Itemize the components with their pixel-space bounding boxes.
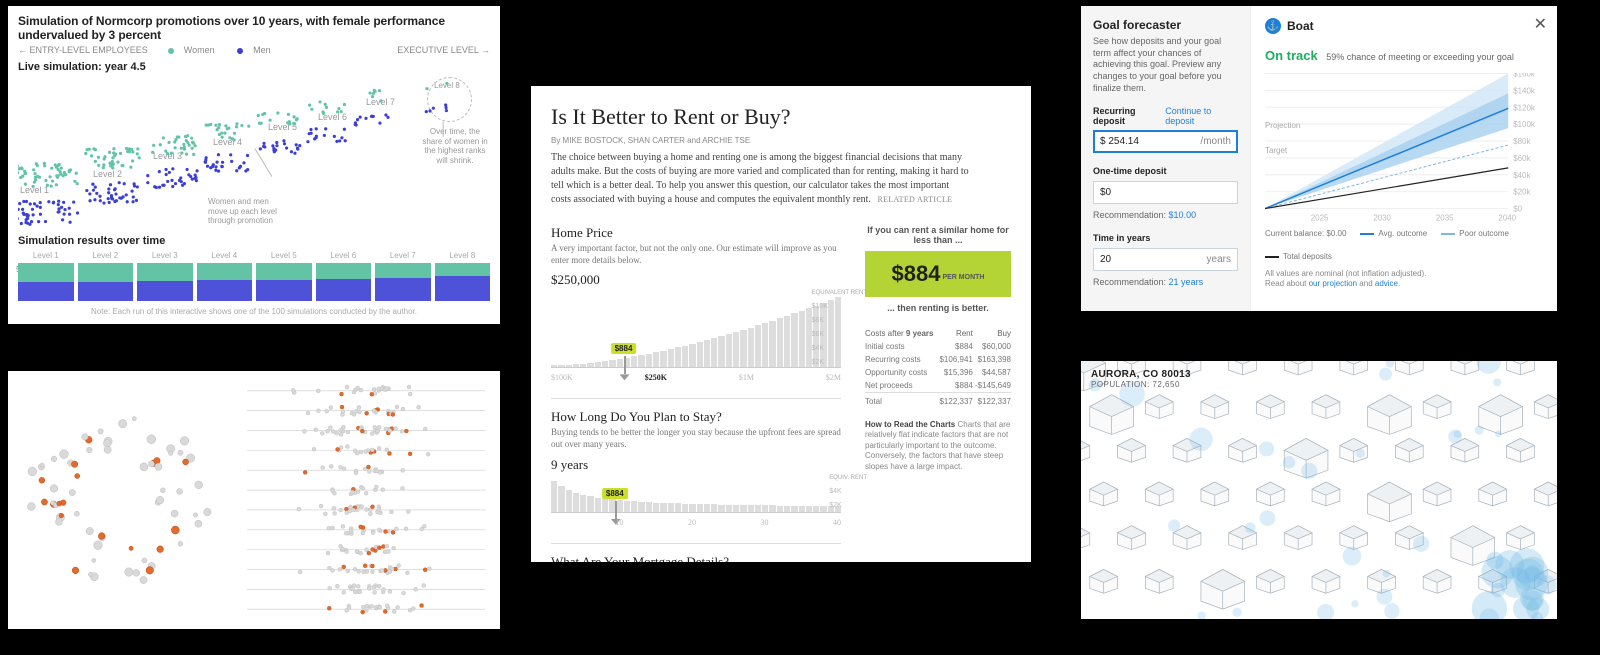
- svg-text:$100k: $100k: [1513, 120, 1535, 129]
- legend-balance: Current balance: $0.00: [1265, 229, 1346, 238]
- homeprice-slider[interactable]: $884 $100K $250K $1M $2M EQUIVALENT RENT…: [551, 292, 841, 382]
- svg-text:Projection: Projection: [1265, 121, 1300, 130]
- rentbuy-right-col: If you can rent a similar home for less …: [865, 225, 1011, 563]
- normcorp-footnote: Note: Each run of this interactive shows…: [18, 307, 490, 316]
- boat-icon: ⚓: [1265, 18, 1281, 34]
- rentbuy-title: Is It Better to Rent or Buy?: [551, 104, 1011, 130]
- forecast-footnote: All values are nominal (not inflation ad…: [1265, 269, 1543, 290]
- related-article-link[interactable]: RELATED ARTICLE: [877, 195, 952, 204]
- svg-text:2025: 2025: [1311, 213, 1329, 222]
- svg-text:$160k: $160k: [1513, 73, 1535, 79]
- goal-header: ⚓ Boat: [1265, 18, 1543, 34]
- projection-link[interactable]: our projection: [1309, 279, 1357, 288]
- results-bars: 50% Level 1Level 2Level 3Level 4Level 5L…: [18, 251, 490, 301]
- time-input[interactable]: 20 years: [1093, 248, 1238, 271]
- reco-time: Recommendation: 21 years: [1093, 277, 1238, 287]
- onetime-label: One-time deposit: [1093, 166, 1167, 176]
- costs-table: Costs after 9 yearsRentBuy Initial costs…: [865, 327, 1011, 408]
- panel-clusters: [7, 370, 501, 630]
- results-title: Simulation results over time: [18, 235, 490, 247]
- advice-link[interactable]: advice: [1375, 279, 1398, 288]
- svg-text:$120k: $120k: [1513, 103, 1535, 112]
- svg-text:$20k: $20k: [1513, 188, 1530, 197]
- rent-big-amount: $884PER MONTH: [865, 251, 1011, 297]
- legend-men: Men: [253, 45, 271, 55]
- panel-goal-forecaster: Goal forecaster See how deposits and you…: [1080, 5, 1558, 312]
- forecaster-blurb: See how deposits and your goal term affe…: [1093, 36, 1238, 94]
- live-sim-label: Live simulation: year 4.5: [18, 61, 490, 73]
- rentbuy-left-col: Home Price A very important factor, but …: [551, 225, 841, 563]
- dot-men-icon: [237, 48, 243, 54]
- recurring-label: Recurring deposit: [1093, 106, 1165, 126]
- svg-text:$140k: $140k: [1513, 86, 1535, 95]
- field-recurring: Recurring deposit Continue to deposit $ …: [1093, 106, 1238, 153]
- reco-onetime: Recommendation: $10.00: [1093, 210, 1238, 220]
- panel-normcorp: Simulation of Normcorp promotions over 1…: [7, 5, 501, 325]
- svg-text:2040: 2040: [1498, 213, 1516, 222]
- homeprice-h: Home Price: [551, 225, 841, 241]
- staylong-p: Buying tends to be better the longer you…: [551, 427, 841, 450]
- field-onetime: One-time deposit $0 Recommendation: $10.…: [1093, 165, 1238, 220]
- onetime-input[interactable]: $0: [1093, 181, 1238, 204]
- legend-entry-level: ← ENTRY-LEVEL EMPLOYEES: [18, 45, 148, 55]
- badge-icon: $884: [611, 343, 637, 354]
- howto-read: How to Read the Charts Charts that are r…: [865, 420, 1011, 472]
- rentbuy-intro: The choice between buying a home and ren…: [551, 151, 971, 207]
- mortgage-h: What Are Your Mortgage Details?: [551, 554, 841, 563]
- scatter-svg: [18, 77, 490, 226]
- forecaster-title: Goal forecaster: [1093, 18, 1238, 32]
- staylong-yaxis: EQUIV. RENT $4K $2K: [829, 471, 867, 513]
- svg-text:$40k: $40k: [1513, 171, 1530, 180]
- badge-icon: $884: [602, 488, 628, 499]
- goal-status: On track 59% chance of meeting or exceed…: [1265, 48, 1543, 63]
- normcorp-legend: ← ENTRY-LEVEL EMPLOYEES Women Men EXECUT…: [18, 45, 490, 55]
- svg-text:$0: $0: [1513, 205, 1522, 214]
- cluster-svg: [8, 371, 500, 629]
- svg-text:2035: 2035: [1436, 213, 1454, 222]
- normcorp-scatter: Level 1 Level 2 Level 3 Level 4 Level 5 …: [18, 77, 490, 227]
- svg-text:$60k: $60k: [1513, 154, 1530, 163]
- forecast-legend: Current balance: $0.00 Avg. outcome Poor…: [1265, 229, 1543, 261]
- aurora-svg: [1081, 361, 1557, 619]
- staylong-h: How Long Do You Plan to Stay?: [551, 409, 841, 425]
- forecaster-main: ✕ ⚓ Boat On track 59% chance of meeting …: [1251, 6, 1557, 311]
- homeprice-value: $250,000: [551, 272, 841, 288]
- recurring-input[interactable]: $ 254.14 /month: [1093, 130, 1238, 153]
- section-homeprice: Home Price A very important factor, but …: [551, 225, 841, 382]
- staylong-value: 9 years: [551, 457, 841, 473]
- homeprice-p: A very important factor, but not the onl…: [551, 243, 841, 266]
- homeprice-yaxis: EQUIVALENT RENT $10K $8K $6K $4K $2K: [812, 286, 867, 370]
- normcorp-title: Simulation of Normcorp promotions over 1…: [18, 14, 490, 42]
- dot-women-icon: [168, 48, 174, 54]
- aurora-label: AURORA, CO 80013 POPULATION: 72,650: [1091, 369, 1191, 389]
- rentbuy-byline: By MIKE BOSTOCK, SHAN CARTER and ARCHIE …: [551, 136, 1011, 145]
- close-icon[interactable]: ✕: [1534, 14, 1547, 34]
- svg-text:2030: 2030: [1373, 213, 1391, 222]
- section-staylong: How Long Do You Plan to Stay? Buying ten…: [551, 398, 841, 526]
- field-time: Time in years 20 years Recommendation: 2…: [1093, 232, 1238, 287]
- legend-women: Women: [184, 45, 215, 55]
- time-label: Time in years: [1093, 233, 1150, 243]
- legend-exec-level: EXECUTIVE LEVEL →: [397, 45, 490, 55]
- panel-rentbuy: Is It Better to Rent or Buy? By MIKE BOS…: [530, 85, 1032, 563]
- forecaster-sidebar: Goal forecaster See how deposits and you…: [1081, 6, 1251, 311]
- if-box: If you can rent a similar home for less …: [865, 225, 1011, 313]
- svg-text:Target: Target: [1265, 146, 1288, 155]
- staylong-slider[interactable]: $884 10 20 30 40 EQUIV. RENT $4K $2K: [551, 477, 841, 527]
- forecast-chart: Projection Target $160k $140k $120k $100…: [1265, 73, 1543, 223]
- section-mortgage: What Are Your Mortgage Details? In addit…: [551, 543, 841, 563]
- continue-deposit-link[interactable]: Continue to deposit: [1165, 106, 1238, 126]
- svg-text:$80k: $80k: [1513, 137, 1530, 146]
- panel-aurora: AURORA, CO 80013 POPULATION: 72,650: [1080, 360, 1558, 620]
